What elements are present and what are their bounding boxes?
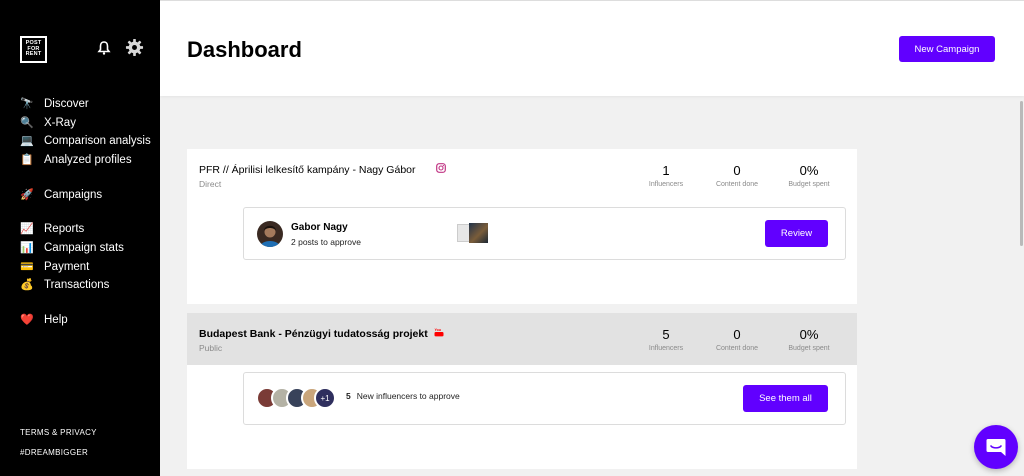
- sidebar-item-label: Analyzed profiles: [44, 154, 132, 166]
- sidebar-item-label: Transactions: [44, 279, 110, 291]
- youtube-icon: You: [434, 328, 444, 337]
- bar-chart-icon: 📊: [20, 242, 34, 254]
- influencer-name[interactable]: Gabor Nagy: [291, 222, 348, 233]
- sidebar-item-campaigns[interactable]: 🚀 Campaigns: [20, 186, 102, 204]
- svg-text:You: You: [435, 328, 442, 332]
- sidebar-item-x-ray[interactable]: 🔍 X-Ray: [20, 114, 76, 132]
- content-done-stat: 0 Content done: [702, 327, 772, 352]
- sidebar-item-label: X-Ray: [44, 117, 76, 129]
- avatar[interactable]: [257, 221, 283, 247]
- pending-approval-row: Gabor Nagy 2 posts to approve Review: [243, 207, 846, 260]
- stat-value: 0: [733, 163, 741, 178]
- stat-label: Content done: [715, 345, 759, 352]
- sidebar-item-label: Discover: [44, 98, 89, 110]
- sidebar-item-analyzed-profiles[interactable]: 📋 Analyzed profiles: [20, 151, 132, 169]
- influencers-stat: 5 Influencers: [631, 327, 701, 352]
- sidebar-item-label: Campaigns: [44, 189, 103, 201]
- telescope-icon: 🔭: [20, 98, 34, 110]
- credit-card-icon: 💳: [20, 261, 34, 273]
- sidebar-item-label: Reports: [44, 223, 85, 235]
- stat-label: Influencers: [648, 345, 684, 352]
- money-bag-icon: 💰: [20, 279, 34, 291]
- campaign-type: Direct: [199, 179, 222, 189]
- stat-label: Budget spent: [788, 181, 830, 188]
- magnifier-icon: 🔍: [20, 117, 34, 129]
- clipboard-icon: 📋: [20, 154, 34, 166]
- see-them-all-button[interactable]: See them all: [743, 385, 828, 412]
- sidebar-item-label: Payment: [44, 261, 90, 273]
- sidebar-item-transactions[interactable]: 💰 Transactions: [20, 276, 109, 294]
- scrollbar-thumb[interactable]: [1020, 101, 1023, 246]
- chat-bubble-icon: [986, 439, 1006, 456]
- more-influencers-badge[interactable]: +1: [314, 387, 336, 409]
- rocket-icon: 🚀: [20, 189, 34, 201]
- posts-to-approve: 2 posts to approve: [291, 237, 361, 247]
- influencers-stat: 1 Influencers: [631, 163, 701, 188]
- sidebar-item-help[interactable]: ❤️ Help: [20, 311, 68, 329]
- sidebar-item-label: Help: [44, 314, 68, 326]
- dreambigger-tagline: #DREAMBIGGER: [20, 448, 89, 457]
- new-influencers-row: +1 5 New influencers to approve See them …: [243, 372, 846, 425]
- chart-increasing-icon: 📈: [20, 223, 34, 235]
- stat-label: Content done: [715, 181, 759, 188]
- content-done-stat: 0 Content done: [702, 163, 772, 188]
- campaign-name[interactable]: PFR // Áprilisi lelkesítő kampány - Nagy…: [199, 164, 416, 176]
- computer-icon: 💻: [20, 135, 34, 147]
- stat-value: 0%: [799, 327, 819, 342]
- vertical-scrollbar[interactable]: [1016, 96, 1024, 476]
- new-influencers-text: 5 New influencers to approve: [346, 391, 460, 401]
- stat-label: Budget spent: [788, 345, 830, 352]
- post-thumbnail[interactable]: [469, 223, 488, 243]
- campaign-header[interactable]: Budapest Bank - Pénzügyi tudatosság proj…: [187, 313, 857, 365]
- sidebar-item-label: Comparison analysis: [44, 135, 151, 147]
- campaign-card: PFR // Áprilisi lelkesítő kampány - Nagy…: [187, 149, 857, 304]
- bell-icon[interactable]: [96, 40, 112, 56]
- sidebar-item-campaign-stats[interactable]: 📊 Campaign stats: [20, 239, 124, 257]
- terms-privacy-link[interactable]: TERMS & PRIVACY: [20, 428, 97, 437]
- sidebar: POST FOR RENT 🔭 Discover 🔍 X-Ray 💻 Compa…: [0, 0, 160, 476]
- review-button[interactable]: Review: [765, 220, 828, 247]
- campaign-card: Budapest Bank - Pénzügyi tudatosság proj…: [187, 313, 857, 469]
- sidebar-item-label: Campaign stats: [44, 242, 124, 254]
- page-title: Dashboard: [187, 37, 302, 62]
- budget-spent-stat: 0% Budget spent: [774, 163, 844, 188]
- chat-button[interactable]: [974, 425, 1018, 469]
- gear-icon[interactable]: [125, 38, 144, 57]
- stat-value: 0%: [799, 163, 819, 178]
- sidebar-item-reports[interactable]: 📈 Reports: [20, 220, 84, 238]
- sidebar-item-payment[interactable]: 💳 Payment: [20, 258, 89, 276]
- new-influencers-count: 5: [346, 391, 351, 401]
- sidebar-item-discover[interactable]: 🔭 Discover: [20, 95, 89, 113]
- new-influencers-label: New influencers to approve: [356, 391, 460, 401]
- budget-spent-stat: 0% Budget spent: [774, 327, 844, 352]
- stat-value: 0: [733, 327, 741, 342]
- avatar-photo: [260, 225, 280, 247]
- campaign-header[interactable]: PFR // Áprilisi lelkesítő kampány - Nagy…: [187, 149, 857, 204]
- stat-value: 1: [662, 163, 670, 178]
- heart-icon: ❤️: [20, 314, 34, 326]
- logo-line-3: RENT: [25, 51, 42, 58]
- stat-value: 5: [662, 327, 670, 342]
- campaign-type: Public: [199, 343, 223, 353]
- instagram-icon: [436, 163, 446, 173]
- new-campaign-button[interactable]: New Campaign: [899, 36, 995, 62]
- campaign-name[interactable]: Budapest Bank - Pénzügyi tudatosság proj…: [199, 328, 428, 340]
- sidebar-item-comparison-analysis[interactable]: 💻 Comparison analysis: [20, 132, 151, 150]
- stat-label: Influencers: [648, 181, 684, 188]
- post-for-rent-logo[interactable]: POST FOR RENT: [20, 36, 47, 63]
- page-header: Dashboard New Campaign: [160, 0, 1024, 96]
